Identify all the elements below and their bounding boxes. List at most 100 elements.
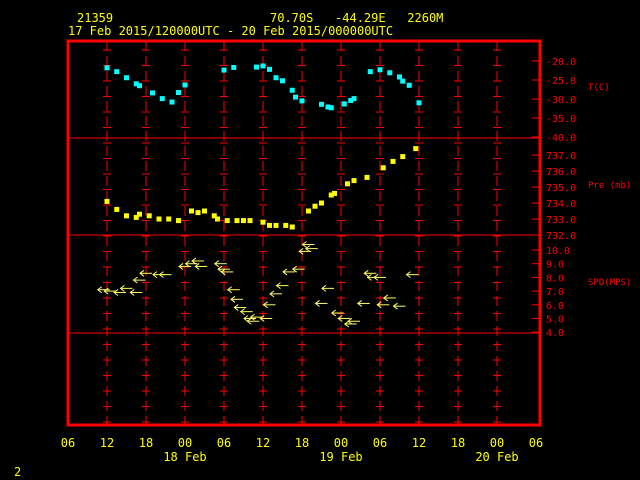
x-date-label: 20 Feb [475, 450, 518, 464]
pressure-point [114, 206, 120, 212]
x-tick-label: 00 [178, 436, 192, 450]
wind-arrow [343, 320, 357, 328]
temperature-point [114, 69, 120, 75]
pressure-point [156, 216, 162, 222]
y-tick-label: 9.0 [546, 260, 564, 271]
pressure-point [390, 158, 396, 164]
wind-arrow [191, 257, 204, 265]
pressure-point [104, 198, 110, 204]
temperature-point [124, 75, 129, 81]
pressure-point [345, 181, 350, 187]
temperature-point [377, 67, 383, 73]
pressure-point [267, 222, 272, 228]
y-tick-label: -35.0 [546, 114, 576, 125]
temperature-point [260, 63, 266, 69]
x-tick-label: 06 [217, 436, 231, 450]
pressure-point [364, 174, 370, 180]
wind-arrow [220, 268, 234, 276]
temperature-point [406, 82, 412, 88]
temperature-point [280, 78, 285, 84]
wind-arrow [113, 289, 126, 296]
pressure-point [312, 203, 318, 209]
wind-arrow [243, 315, 256, 322]
temperature-point [137, 83, 142, 89]
wind-arrow [304, 245, 318, 253]
wind-arrow [405, 271, 419, 279]
wind-arrow [321, 284, 334, 292]
pressure-point [241, 218, 246, 224]
pressure-point [224, 218, 230, 224]
y-tick-label: -20.0 [546, 57, 576, 68]
y-tick-label: 5.0 [546, 315, 564, 326]
temperature-point [400, 78, 406, 84]
pressure-point [215, 216, 220, 222]
panel-label-temperature: T(C) [588, 83, 610, 93]
wind-arrow [129, 289, 143, 296]
pressure-point [319, 200, 324, 206]
y-tick-label: 10.0 [546, 246, 570, 257]
wind-arrow [356, 300, 370, 307]
pressure-point [124, 213, 129, 219]
x-tick-label: 00 [334, 436, 348, 450]
temperature-point [351, 96, 357, 102]
pressure-point [234, 218, 240, 224]
wind-arrow [259, 315, 273, 322]
temperature-point [176, 90, 181, 96]
x-tick-label: 18 [451, 436, 465, 450]
wind-arrow [275, 282, 289, 290]
y-tick-label: -30.0 [546, 95, 576, 106]
temperature-point [293, 94, 298, 100]
panel-label-pressure: Pre (mb) [588, 181, 631, 191]
pressure-point [273, 222, 279, 228]
pressure-point [289, 224, 295, 230]
pressure-point [283, 222, 289, 228]
temperature-point [267, 66, 272, 72]
x-tick-label: 18 [139, 436, 153, 450]
pressure-point [195, 210, 201, 216]
y-tick-label: 737.0 [546, 151, 576, 162]
wind-arrow [213, 260, 227, 268]
pressure-point [166, 216, 172, 222]
temperature-point [341, 101, 347, 107]
pressure-point [137, 211, 142, 217]
pressure-point [332, 190, 337, 196]
temperature-point [289, 87, 295, 93]
y-tick-label: 8.0 [546, 273, 564, 284]
wind-arrow [376, 301, 390, 309]
panel-label-wind: SPD(MPS) [588, 278, 631, 288]
temperature-point [159, 96, 165, 102]
temperature-point [150, 90, 155, 96]
pressure-point [380, 165, 386, 171]
x-tick-label: 00 [490, 436, 504, 450]
wind-arrow [239, 308, 253, 316]
y-tick-label: 733.0 [546, 215, 576, 226]
wind-arrow [194, 263, 208, 270]
temperature-point [104, 65, 110, 71]
temperature-point [254, 64, 259, 70]
pressure-point [413, 146, 419, 152]
y-tick-label: 4.0 [546, 328, 564, 339]
x-tick-label: 06 [529, 436, 543, 450]
pressure-point [189, 208, 194, 214]
wind-arrow [158, 271, 172, 279]
temperature-point [182, 82, 188, 88]
pressure-point [176, 218, 181, 224]
wind-arrow [233, 304, 247, 311]
x-date-label: 19 Feb [319, 450, 362, 464]
y-tick-label: 7.0 [546, 287, 564, 298]
wind-arrow [226, 286, 240, 294]
x-date-label: 18 Feb [163, 450, 206, 464]
wind-arrow [392, 302, 406, 310]
x-tick-label: 18 [295, 436, 309, 450]
wind-arrow [269, 290, 282, 298]
wind-arrow [262, 301, 276, 309]
temperature-point [221, 67, 227, 73]
wind-arrow [347, 317, 360, 325]
x-tick-label: 12 [256, 436, 270, 450]
temperature-point [169, 99, 175, 105]
wind-arrow [382, 294, 396, 302]
y-tick-label: 734.0 [546, 199, 576, 210]
temperature-point [319, 101, 324, 107]
temperature-point [273, 75, 279, 81]
x-tick-label: 12 [100, 436, 114, 450]
